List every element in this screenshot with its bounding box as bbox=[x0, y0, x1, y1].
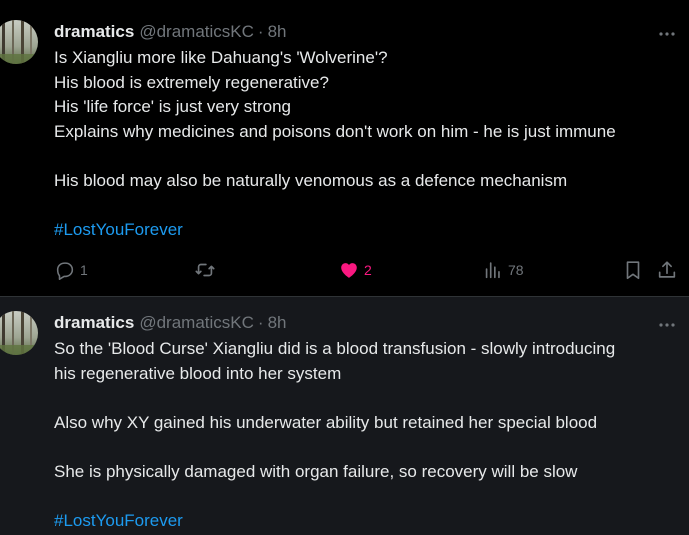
hashtag-link[interactable]: #LostYouForever bbox=[54, 511, 183, 530]
user-handle[interactable]: @dramaticsKC bbox=[139, 313, 254, 333]
display-name[interactable]: dramatics bbox=[54, 313, 134, 333]
tweet-line: His 'life force' is just very strong bbox=[54, 97, 292, 116]
heart-icon bbox=[338, 259, 360, 281]
tweet-text: So the 'Blood Curse' Xiangliu did is a b… bbox=[54, 337, 683, 533]
tweet[interactable]: dramatics @dramaticsKC · 8h So the 'Bloo… bbox=[0, 296, 689, 535]
share-icon bbox=[656, 259, 678, 281]
tweet-line: So the 'Blood Curse' Xiangliu did is a b… bbox=[54, 339, 616, 358]
tweet-line: Also why XY gained his underwater abilit… bbox=[54, 412, 598, 432]
avatar[interactable] bbox=[0, 311, 38, 355]
tweet-line: Is Xiangliu more like Dahuang's 'Wolveri… bbox=[54, 48, 388, 67]
tweet[interactable]: dramatics @dramaticsKC · 8h Is Xiangliu … bbox=[0, 0, 689, 296]
tweet-line: his regenerative blood into her system bbox=[54, 363, 342, 383]
separator-dot: · bbox=[257, 313, 264, 332]
tweet-text: Is Xiangliu more like Dahuang's 'Wolveri… bbox=[54, 46, 683, 242]
tweet-line: She is physically damaged with organ fai… bbox=[54, 461, 578, 481]
avatar[interactable] bbox=[0, 20, 38, 64]
more-icon bbox=[658, 22, 676, 42]
user-handle[interactable]: @dramaticsKC bbox=[139, 22, 254, 42]
tweet-header: dramatics @dramaticsKC · 8h bbox=[54, 312, 679, 334]
display-name[interactable]: dramatics bbox=[54, 22, 134, 42]
like-count: 2 bbox=[364, 262, 372, 278]
retweet-button[interactable] bbox=[194, 258, 220, 282]
tweet-line: His blood may also be naturally venomous… bbox=[54, 170, 568, 190]
timestamp[interactable]: 8h bbox=[268, 22, 287, 42]
bookmark-icon bbox=[622, 259, 644, 281]
hashtag-link[interactable]: #LostYouForever bbox=[54, 220, 183, 239]
bookmark-button[interactable] bbox=[622, 258, 644, 282]
reply-count: 1 bbox=[80, 262, 88, 278]
tweet-line: His blood is extremely regenerative? bbox=[54, 72, 329, 92]
reply-icon bbox=[54, 259, 76, 281]
action-bar: 1 2 78 bbox=[54, 258, 681, 282]
share-button[interactable] bbox=[656, 258, 678, 282]
more-button[interactable] bbox=[655, 312, 679, 334]
retweet-icon bbox=[194, 259, 216, 281]
like-button[interactable]: 2 bbox=[338, 258, 372, 282]
view-count: 78 bbox=[508, 262, 524, 278]
timestamp[interactable]: 8h bbox=[268, 313, 287, 333]
views-icon bbox=[482, 259, 504, 281]
more-icon bbox=[658, 313, 676, 333]
tweet-line: Explains why medicines and poisons don't… bbox=[54, 121, 616, 141]
tweet-header: dramatics @dramaticsKC · 8h bbox=[54, 21, 679, 43]
reply-button[interactable]: 1 bbox=[54, 258, 88, 282]
more-button[interactable] bbox=[655, 21, 679, 43]
separator-dot: · bbox=[257, 22, 264, 41]
timeline-feed: dramatics @dramaticsKC · 8h Is Xiangliu … bbox=[0, 0, 689, 535]
views-button[interactable]: 78 bbox=[482, 258, 524, 282]
